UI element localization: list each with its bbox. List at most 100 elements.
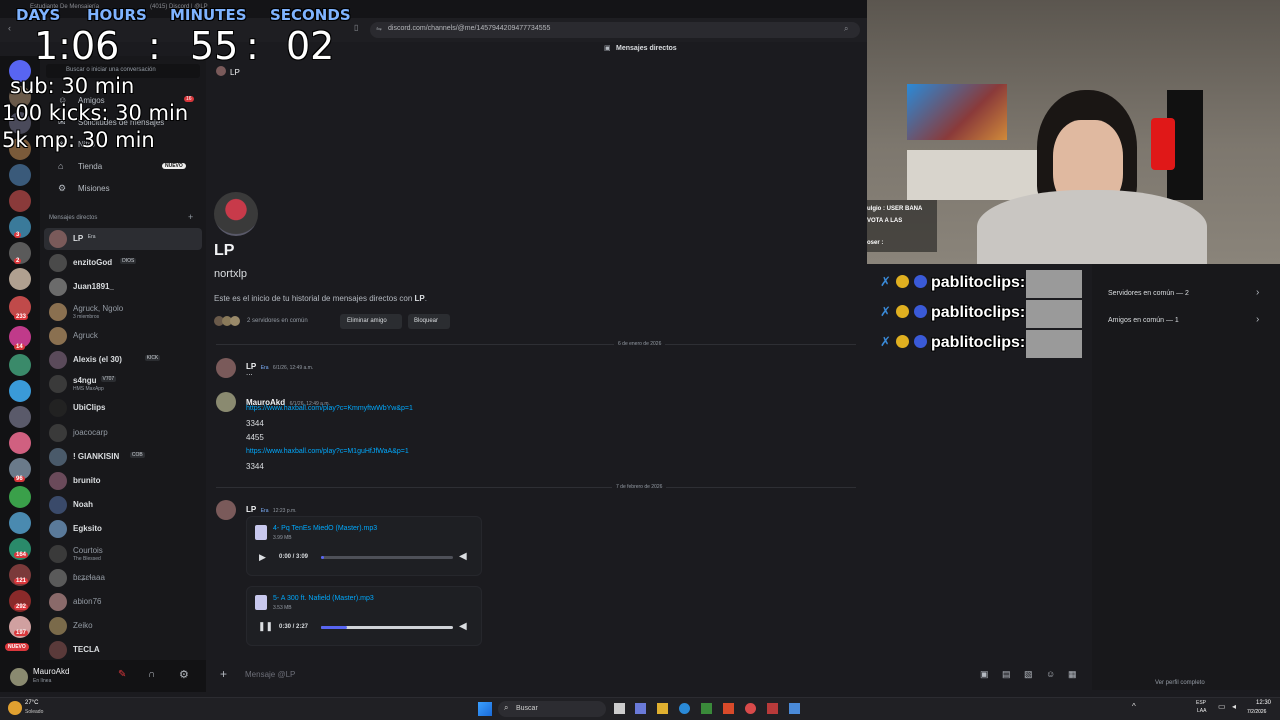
mutual-server-icons [214, 316, 242, 326]
dm-item[interactable]: TECLA [44, 639, 202, 661]
dm-item[interactable]: Alexis (el 30) KICK [44, 349, 202, 371]
dm-item[interactable]: Courtois The Blessed [44, 543, 202, 565]
dm-item[interactable]: Juan1891_ [44, 276, 202, 298]
chevron-up-icon[interactable]: ^ [1132, 702, 1136, 711]
sub-badge-icon [914, 275, 927, 288]
nav-shop[interactable]: ⌂ Tienda NUEVO [48, 158, 198, 176]
mutual-servers-link[interactable]: 2 servidores en común [247, 318, 308, 324]
dm-item[interactable]: enzitoGod DIOS [44, 252, 202, 274]
task-view-icon[interactable] [614, 703, 625, 714]
headphones-icon[interactable]: ∩ [148, 669, 155, 680]
app-icon[interactable] [701, 703, 712, 714]
server-icon[interactable] [9, 406, 31, 428]
volume-icon[interactable]: ◂ [1232, 702, 1236, 711]
message-link[interactable]: https://www.haxball.com/play?c=KmmyftwWb… [246, 405, 413, 412]
message-author[interactable]: LP [246, 505, 256, 514]
pause-icon[interactable]: ❚❚ [258, 621, 273, 632]
audio-attachment: 5- A 300 ft. Nafield (Master).mp3 3.53 M… [246, 586, 482, 646]
settings-gear-icon[interactable]: ⚙ [179, 668, 189, 681]
server-icon[interactable] [9, 268, 31, 290]
block-button[interactable]: Bloquear [408, 314, 450, 329]
message-avatar[interactable] [216, 358, 236, 378]
brave-icon[interactable] [723, 703, 734, 714]
edge-icon[interactable] [679, 703, 690, 714]
emoji-icon[interactable]: ☺ [1046, 669, 1055, 679]
dm-item[interactable]: Agruck [44, 325, 202, 347]
dm-item[interactable]: Agruck, Ngolo 3 miembros [44, 301, 202, 323]
gift-icon[interactable]: ▣ [980, 669, 989, 680]
message-avatar[interactable] [216, 392, 236, 412]
dm-item[interactable]: UbiClips [44, 397, 202, 419]
dm-item[interactable]: s4ngu V707 HMS MaxApp [44, 373, 202, 395]
dm-item[interactable]: Egksito [44, 518, 202, 540]
app-icon[interactable] [745, 703, 756, 714]
dm-item[interactable]: brunito [44, 470, 202, 492]
message-avatar[interactable] [216, 500, 236, 520]
gif-icon[interactable]: ▤ [1002, 669, 1011, 680]
dm-item[interactable]: joacocarp [44, 422, 202, 444]
server-icon[interactable] [9, 432, 31, 454]
file-icon [255, 595, 267, 610]
volume-icon[interactable]: ◀ [459, 621, 467, 632]
mutual-servers-row[interactable]: Servidores en común — 2 › [1100, 286, 1272, 302]
attach-plus-icon[interactable]: + [220, 667, 227, 681]
nav-quests[interactable]: ⚙ Misiones [48, 180, 198, 198]
server-icon[interactable] [9, 512, 31, 534]
attachment-title[interactable]: 4- Pq TenEs MiedO (Master).mp3 [273, 525, 377, 532]
profile-username: nortxlp [214, 268, 248, 280]
play-icon[interactable]: ▶ [259, 552, 266, 563]
apps-icon[interactable]: ▦ [1068, 669, 1077, 680]
weather-temp[interactable]: 27°C [25, 700, 38, 706]
mute-icon[interactable]: ✎ [118, 669, 126, 680]
audio-attachment: 4- Pq TenEs MiedO (Master).mp3 3.99 MB ▶… [246, 516, 482, 576]
volume-icon[interactable]: ◀ [459, 551, 467, 562]
file-explorer-icon[interactable] [657, 703, 668, 714]
profile-avatar[interactable] [214, 192, 258, 236]
server-icon[interactable] [9, 164, 31, 186]
dm-item[interactable]: Noah [44, 494, 202, 516]
app-icon[interactable] [789, 703, 800, 714]
new-dm-icon[interactable]: + [188, 212, 193, 222]
message-input[interactable]: Mensaje @LP [245, 670, 295, 679]
view-full-profile-link[interactable]: Ver perfil completo [1155, 680, 1205, 686]
emote [1026, 330, 1082, 358]
network-icon[interactable]: ▭ [1218, 702, 1226, 711]
avatar [49, 544, 67, 563]
server-icon[interactable] [9, 190, 31, 212]
server-icon[interactable] [9, 486, 31, 508]
remove-friend-button[interactable]: Eliminar amigo [340, 314, 402, 329]
dm-item[interactable]: ! GIANKISIN COB [44, 446, 202, 468]
dm-item[interactable]: abion76 [44, 591, 202, 613]
message-header: LP Era 12:23 p.m. [246, 499, 297, 517]
start-button[interactable] [478, 702, 492, 716]
shop-icon: ⌂ [58, 161, 64, 171]
dm-item[interactable]: Zeiko [44, 615, 202, 637]
weather-icon[interactable] [8, 701, 22, 715]
audio-progress-track[interactable] [321, 556, 453, 559]
dm-item[interactable]: ɓɛʑɛɬaaa [44, 567, 202, 589]
server-icon[interactable] [9, 354, 31, 376]
app-icon[interactable] [767, 703, 778, 714]
avatar [49, 399, 67, 418]
language-indicator[interactable]: ESP [1196, 700, 1206, 706]
app-icon[interactable] [635, 703, 646, 714]
new-badge: NUEVO [162, 163, 186, 169]
message-link[interactable]: https://www.haxball.com/play?c=M1guHfJfW… [246, 448, 409, 455]
server-icon[interactable] [9, 380, 31, 402]
new-servers-badge[interactable]: NUEVO [5, 643, 29, 651]
site-info-icon[interactable]: ⇋ [376, 25, 382, 33]
zoom-icon[interactable]: ⌕ [844, 24, 848, 34]
sticker-icon[interactable]: ▧ [1024, 669, 1033, 680]
address-url[interactable]: discord.com/channels/@me/145794420947773… [388, 25, 550, 32]
avatar[interactable] [10, 668, 28, 686]
attachment-title[interactable]: 5- A 300 ft. Nafield (Master).mp3 [273, 595, 374, 602]
mutual-friends-row[interactable]: Amigos en común — 1 › [1100, 313, 1272, 329]
audio-progress-track[interactable] [321, 626, 453, 629]
date-divider [216, 487, 856, 488]
taskbar-search[interactable]: ⌕ Buscar [498, 701, 606, 717]
stream-chat-overlay: ✗ pablitoclips: ✗ pablitoclips: ✗ pablit… [876, 270, 1086, 360]
clock-time[interactable]: 12:30 [1256, 700, 1271, 706]
address-bar[interactable]: ⇋ discord.com/channels/@me/1457944209477… [370, 22, 860, 38]
discord-title-bar: ▣ Mensajes directos [350, 42, 868, 56]
dm-item[interactable]: LP Era [44, 228, 202, 250]
